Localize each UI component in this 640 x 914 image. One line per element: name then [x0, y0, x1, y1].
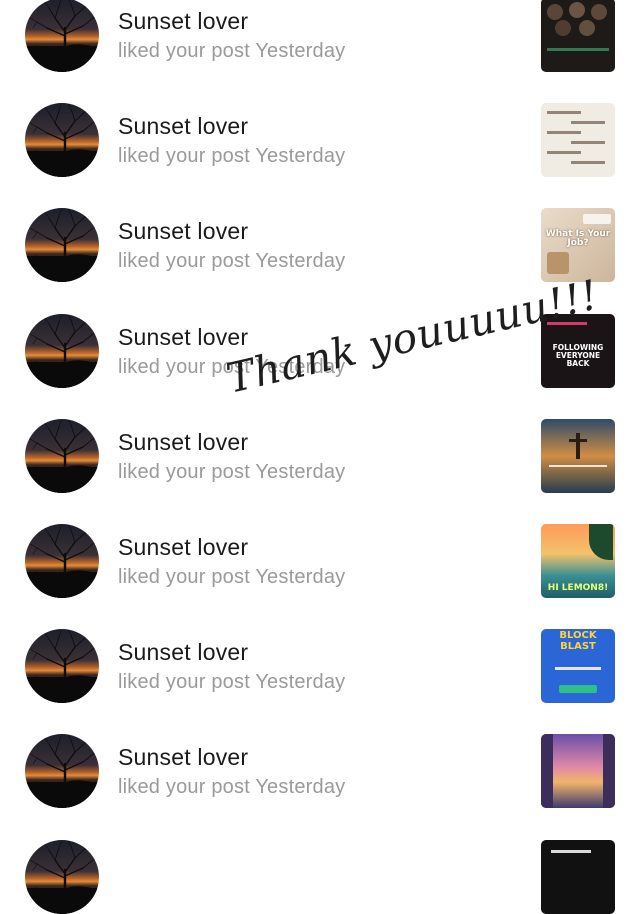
- user-name[interactable]: Sunset lover: [118, 534, 248, 561]
- thumb-caption: What Is Your Job?: [545, 229, 611, 249]
- notification-text: liked your post Yesterday: [118, 566, 346, 588]
- avatar[interactable]: [25, 208, 99, 282]
- user-name[interactable]: Sunset lover: [118, 218, 248, 245]
- avatar[interactable]: [25, 629, 99, 703]
- notification-row[interactable]: [0, 0, 640, 914]
- avatar[interactable]: [25, 314, 99, 388]
- avatar[interactable]: [25, 734, 99, 808]
- post-thumbnail[interactable]: [541, 103, 615, 177]
- avatar[interactable]: [25, 419, 99, 493]
- notification-text: liked your post Yesterday: [118, 461, 346, 483]
- notification-text: liked your post Yesterday: [118, 145, 346, 167]
- user-name[interactable]: Sunset lover: [118, 744, 248, 771]
- avatar[interactable]: [25, 524, 99, 598]
- user-name[interactable]: Sunset lover: [118, 639, 248, 666]
- thumb-caption: HI LEMON8!: [547, 583, 609, 593]
- notification-text: liked your post Yesterday: [118, 356, 346, 378]
- avatar[interactable]: [25, 840, 99, 914]
- thumb-caption: BLOCK BLAST: [559, 630, 597, 652]
- notification-text: liked your post Yesterday: [118, 671, 346, 693]
- post-thumbnail[interactable]: [541, 419, 615, 493]
- user-name[interactable]: Sunset lover: [118, 113, 248, 140]
- post-thumbnail[interactable]: HI LEMON8!: [541, 524, 615, 598]
- notification-text: liked your post Yesterday: [118, 776, 346, 798]
- thumb-caption: FOLLOWING EVERYONE BACK: [552, 343, 604, 368]
- user-name[interactable]: Sunset lover: [118, 429, 248, 456]
- user-name[interactable]: Sunset lover: [118, 324, 248, 351]
- post-thumbnail[interactable]: BLOCK BLAST: [541, 629, 615, 703]
- notification-text: liked your post Yesterday: [118, 250, 346, 272]
- post-thumbnail[interactable]: What Is Your Job?: [541, 208, 615, 282]
- post-thumbnail[interactable]: [541, 840, 615, 914]
- avatar[interactable]: [25, 103, 99, 177]
- post-thumbnail[interactable]: FOLLOWING EVERYONE BACK: [541, 314, 615, 388]
- post-thumbnail[interactable]: [541, 734, 615, 808]
